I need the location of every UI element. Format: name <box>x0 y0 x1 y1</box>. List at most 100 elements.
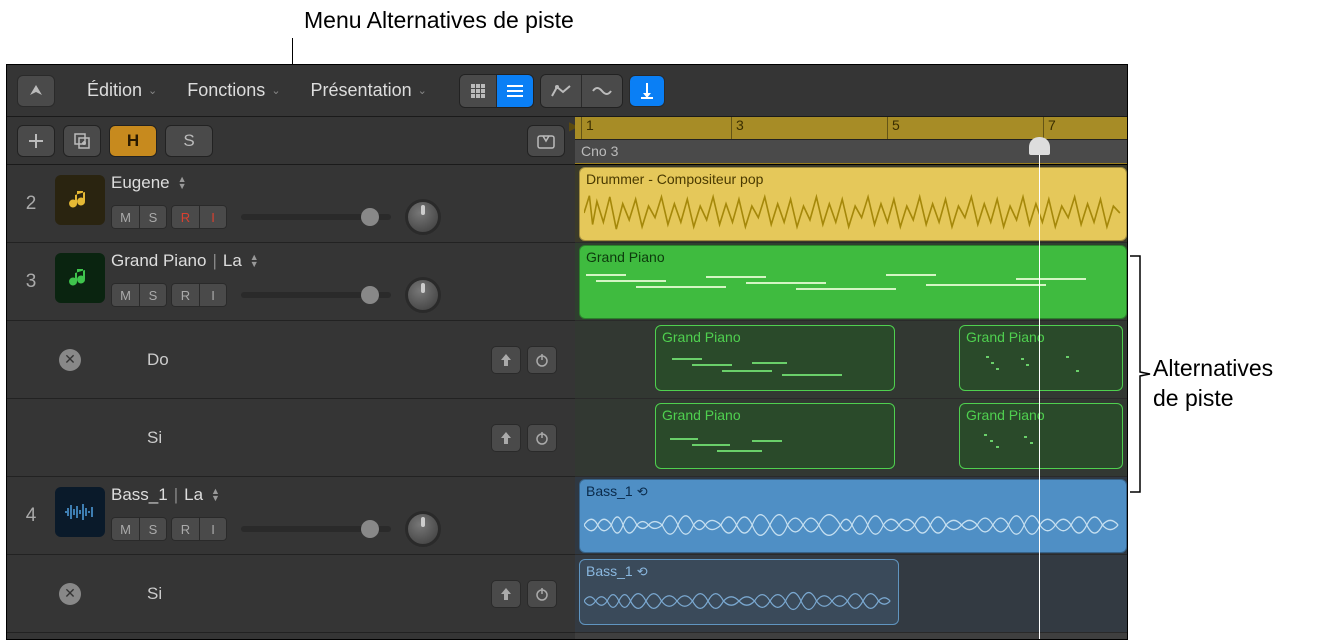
track-icon-audio[interactable] <box>55 487 105 537</box>
track-name-row[interactable]: Grand Piano | La ▲▼ <box>111 251 575 271</box>
region-bass-alt[interactable]: Bass_1⟲ <box>579 559 899 625</box>
list-icon <box>507 83 523 99</box>
chevron-down-icon: ⌄ <box>148 84 157 97</box>
track-icon-drummer[interactable] <box>55 175 105 225</box>
ruler-tick: 7 <box>1043 117 1056 139</box>
solo-button[interactable]: S <box>139 283 167 307</box>
alternative-name: Si <box>105 584 491 604</box>
volume-slider[interactable] <box>241 292 391 298</box>
track-alternatives-menu-icon[interactable]: ▲▼ <box>211 488 220 502</box>
flex-button[interactable] <box>582 75 622 107</box>
solo-global-button[interactable]: S <box>165 125 213 157</box>
track-alternative-row[interactable]: ✕ Si <box>7 555 575 633</box>
region-label: Bass_1⟲ <box>586 563 892 580</box>
add-track-button[interactable] <box>17 125 55 157</box>
waveform-icon <box>64 502 96 522</box>
promote-alternative-button[interactable] <box>491 580 521 608</box>
track-separator: | <box>212 251 216 271</box>
hide-tracks-button[interactable]: H <box>109 125 157 157</box>
track-alternatives-menu-icon[interactable]: ▲▼ <box>250 254 259 268</box>
input-monitor-button[interactable]: I <box>199 517 227 541</box>
track-name: Grand Piano <box>111 251 206 271</box>
track-header-3[interactable]: 3 Grand Piano | La ▲▼ M S <box>7 243 575 321</box>
region-piano-alt[interactable]: Grand Piano <box>959 325 1123 391</box>
loop-icon: ⟲ <box>637 484 648 500</box>
pan-knob[interactable] <box>405 277 441 313</box>
region-label: Grand Piano <box>966 407 1116 423</box>
playhead[interactable] <box>1039 139 1040 640</box>
region-bass-main[interactable]: Bass_1⟲ <box>579 479 1127 553</box>
region-drummer[interactable]: Drummer - Compositeur pop <box>579 167 1127 241</box>
music-note-icon <box>67 265 93 291</box>
record-enable-button[interactable]: R <box>171 283 199 307</box>
close-alternative-button[interactable]: ✕ <box>59 583 81 605</box>
track-alternative-current: La <box>184 485 203 505</box>
volume-slider[interactable] <box>241 214 391 220</box>
region-piano-alt[interactable]: Grand Piano <box>655 403 895 469</box>
ruler-tick: 5 <box>887 117 900 139</box>
ruler[interactable]: ▶ 1 3 5 7 Cno 3 <box>575 117 1127 165</box>
track-alternatives-menu-icon[interactable]: ▲▼ <box>178 176 187 190</box>
region-piano-alt[interactable]: Grand Piano <box>655 325 895 391</box>
toolbar: Édition ⌄ Fonctions ⌄ Présentation ⌄ <box>7 65 1127 117</box>
power-alternative-button[interactable] <box>527 580 557 608</box>
power-icon <box>535 587 549 601</box>
record-enable-button[interactable]: R <box>171 517 199 541</box>
region-piano-alt[interactable]: Grand Piano <box>959 403 1123 469</box>
automation-button[interactable] <box>541 75 582 107</box>
functions-menu[interactable]: Fonctions ⌄ <box>175 75 292 107</box>
track-header-4[interactable]: 4 Bass_1 | La ▲▼ M <box>7 477 575 555</box>
global-tracks-button[interactable] <box>527 125 565 157</box>
promote-alternative-button[interactable] <box>491 424 521 452</box>
region-midi <box>966 426 1116 462</box>
list-view-button[interactable] <box>497 75 533 107</box>
power-icon <box>535 431 549 445</box>
playhead-handle[interactable] <box>1029 137 1050 155</box>
view-menu-label: Présentation <box>311 80 412 101</box>
catch-playhead-button[interactable] <box>17 75 55 107</box>
arrangement-area[interactable]: Drummer - Compositeur pop Grand Piano <box>575 165 1127 639</box>
input-monitor-button[interactable]: I <box>199 205 227 229</box>
track-alternative-row[interactable]: ✕ Do <box>7 321 575 399</box>
track-header-bar: H S ▶ 1 3 5 7 Cno 3 <box>7 117 1127 165</box>
track-headers: 2 Eugene ▲▼ M S R <box>7 165 575 639</box>
volume-slider[interactable] <box>241 526 391 532</box>
track-header-2[interactable]: 2 Eugene ▲▼ M S R <box>7 165 575 243</box>
region-piano-main[interactable]: Grand Piano <box>579 245 1127 319</box>
track-name: Eugene <box>111 173 170 193</box>
power-alternative-button[interactable] <box>527 424 557 452</box>
duplicate-track-button[interactable] <box>63 125 101 157</box>
region-midi <box>662 348 888 384</box>
track-number: 4 <box>7 477 55 554</box>
track-name-row[interactable]: Eugene ▲▼ <box>111 173 575 193</box>
power-alternative-button[interactable] <box>527 346 557 374</box>
grid-icon <box>470 83 486 99</box>
track-name-row[interactable]: Bass_1 | La ▲▼ <box>111 485 575 505</box>
grid-view-button[interactable] <box>460 75 497 107</box>
duplicate-icon <box>73 132 91 150</box>
snap-button[interactable] <box>629 75 665 107</box>
ruler-tick: 3 <box>731 117 744 139</box>
edit-menu-label: Édition <box>87 80 142 101</box>
close-alternative-button[interactable]: ✕ <box>59 349 81 371</box>
chevron-down-icon: ⌄ <box>418 84 427 97</box>
record-enable-button[interactable]: R <box>171 205 199 229</box>
solo-button[interactable]: S <box>139 205 167 229</box>
mute-button[interactable]: M <box>111 283 139 307</box>
view-menu[interactable]: Présentation ⌄ <box>299 75 439 107</box>
region-label: Grand Piano <box>966 329 1116 345</box>
solo-button[interactable]: S <box>139 517 167 541</box>
region-midi <box>662 426 888 462</box>
track-icon-instrument[interactable] <box>55 253 105 303</box>
mute-button[interactable]: M <box>111 205 139 229</box>
pan-knob[interactable] <box>405 511 441 547</box>
input-monitor-button[interactable]: I <box>199 283 227 307</box>
callout-top: Menu Alternatives de piste <box>304 6 574 36</box>
mute-button[interactable]: M <box>111 517 139 541</box>
pan-knob[interactable] <box>405 199 441 235</box>
track-alternative-row[interactable]: Si <box>7 399 575 477</box>
promote-alternative-button[interactable] <box>491 346 521 374</box>
region-label: Grand Piano <box>662 407 888 423</box>
ruler-marker-label: Cno 3 <box>581 143 618 159</box>
edit-menu[interactable]: Édition ⌄ <box>75 75 169 107</box>
